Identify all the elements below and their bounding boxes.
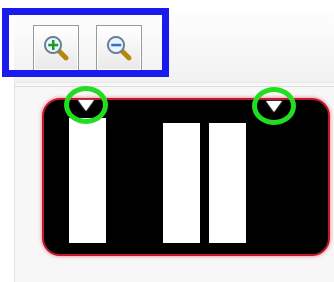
triangle-down-icon: [78, 99, 94, 111]
left-slider-handle[interactable]: [64, 86, 108, 124]
screenshot: [0, 0, 334, 282]
bar-2: [163, 123, 200, 243]
right-slider-handle[interactable]: [252, 87, 296, 125]
bar-3: [209, 123, 246, 243]
triangle-down-icon: [266, 100, 282, 112]
highlight-box: [2, 8, 169, 77]
bar-1: [69, 118, 106, 243]
toolbar-divider: [14, 86, 334, 87]
